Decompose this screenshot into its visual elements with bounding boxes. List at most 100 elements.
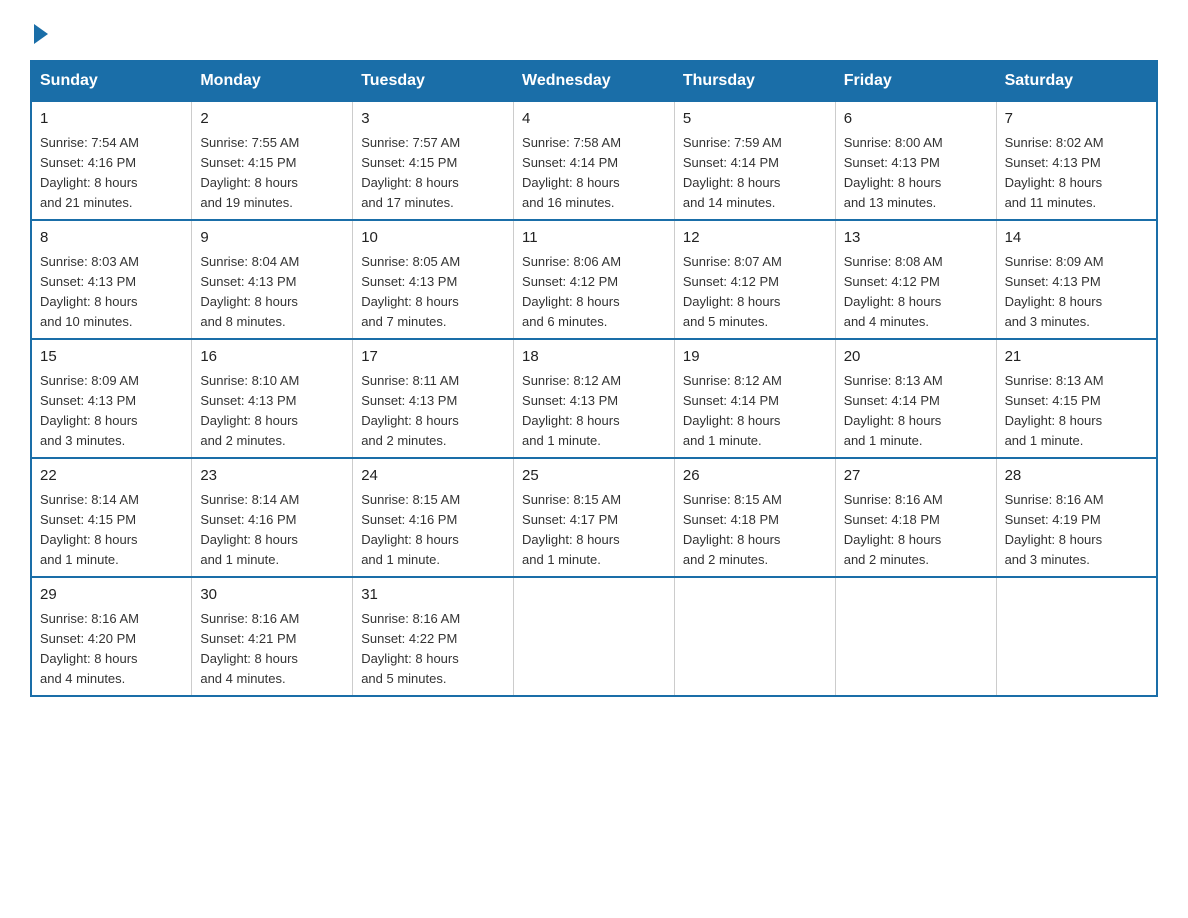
calendar-cell: 30 Sunrise: 8:16 AMSunset: 4:21 PMDaylig…: [192, 577, 353, 696]
calendar-cell: [996, 577, 1157, 696]
day-number: 2: [200, 108, 344, 131]
calendar-cell: 9 Sunrise: 8:04 AMSunset: 4:13 PMDayligh…: [192, 220, 353, 339]
day-info: Sunrise: 8:16 AMSunset: 4:21 PMDaylight:…: [200, 611, 299, 686]
day-number: 9: [200, 227, 344, 250]
day-info: Sunrise: 8:09 AMSunset: 4:13 PMDaylight:…: [1005, 254, 1104, 329]
calendar-cell: [674, 577, 835, 696]
week-row-2: 8 Sunrise: 8:03 AMSunset: 4:13 PMDayligh…: [31, 220, 1157, 339]
day-number: 1: [40, 108, 183, 131]
calendar-cell: 2 Sunrise: 7:55 AMSunset: 4:15 PMDayligh…: [192, 101, 353, 220]
day-number: 19: [683, 346, 827, 369]
day-info: Sunrise: 8:04 AMSunset: 4:13 PMDaylight:…: [200, 254, 299, 329]
calendar-cell: 31 Sunrise: 8:16 AMSunset: 4:22 PMDaylig…: [353, 577, 514, 696]
calendar-cell: 10 Sunrise: 8:05 AMSunset: 4:13 PMDaylig…: [353, 220, 514, 339]
weekday-header-monday: Monday: [192, 61, 353, 101]
day-info: Sunrise: 8:11 AMSunset: 4:13 PMDaylight:…: [361, 373, 459, 448]
day-info: Sunrise: 8:09 AMSunset: 4:13 PMDaylight:…: [40, 373, 139, 448]
day-number: 20: [844, 346, 988, 369]
day-info: Sunrise: 7:55 AMSunset: 4:15 PMDaylight:…: [200, 135, 299, 210]
day-info: Sunrise: 8:02 AMSunset: 4:13 PMDaylight:…: [1005, 135, 1104, 210]
weekday-header-thursday: Thursday: [674, 61, 835, 101]
day-info: Sunrise: 8:15 AMSunset: 4:18 PMDaylight:…: [683, 492, 782, 567]
calendar-cell: 26 Sunrise: 8:15 AMSunset: 4:18 PMDaylig…: [674, 458, 835, 577]
logo: [30, 20, 48, 40]
day-info: Sunrise: 8:08 AMSunset: 4:12 PMDaylight:…: [844, 254, 943, 329]
weekday-header-saturday: Saturday: [996, 61, 1157, 101]
calendar-cell: [514, 577, 675, 696]
day-number: 22: [40, 465, 183, 488]
weekday-header-row: SundayMondayTuesdayWednesdayThursdayFrid…: [31, 61, 1157, 101]
calendar-cell: 17 Sunrise: 8:11 AMSunset: 4:13 PMDaylig…: [353, 339, 514, 458]
calendar-cell: 1 Sunrise: 7:54 AMSunset: 4:16 PMDayligh…: [31, 101, 192, 220]
day-number: 15: [40, 346, 183, 369]
day-info: Sunrise: 7:59 AMSunset: 4:14 PMDaylight:…: [683, 135, 782, 210]
day-number: 16: [200, 346, 344, 369]
day-info: Sunrise: 8:05 AMSunset: 4:13 PMDaylight:…: [361, 254, 460, 329]
day-number: 26: [683, 465, 827, 488]
day-number: 5: [683, 108, 827, 131]
day-number: 23: [200, 465, 344, 488]
calendar-cell: 16 Sunrise: 8:10 AMSunset: 4:13 PMDaylig…: [192, 339, 353, 458]
day-number: 17: [361, 346, 505, 369]
calendar-cell: 27 Sunrise: 8:16 AMSunset: 4:18 PMDaylig…: [835, 458, 996, 577]
calendar-cell: 22 Sunrise: 8:14 AMSunset: 4:15 PMDaylig…: [31, 458, 192, 577]
calendar-cell: 5 Sunrise: 7:59 AMSunset: 4:14 PMDayligh…: [674, 101, 835, 220]
calendar-cell: 28 Sunrise: 8:16 AMSunset: 4:19 PMDaylig…: [996, 458, 1157, 577]
calendar-cell: 23 Sunrise: 8:14 AMSunset: 4:16 PMDaylig…: [192, 458, 353, 577]
day-info: Sunrise: 8:16 AMSunset: 4:19 PMDaylight:…: [1005, 492, 1104, 567]
day-info: Sunrise: 8:16 AMSunset: 4:20 PMDaylight:…: [40, 611, 139, 686]
day-number: 7: [1005, 108, 1148, 131]
weekday-header-wednesday: Wednesday: [514, 61, 675, 101]
day-number: 29: [40, 584, 183, 607]
day-info: Sunrise: 8:13 AMSunset: 4:14 PMDaylight:…: [844, 373, 943, 448]
calendar-cell: 19 Sunrise: 8:12 AMSunset: 4:14 PMDaylig…: [674, 339, 835, 458]
day-info: Sunrise: 8:13 AMSunset: 4:15 PMDaylight:…: [1005, 373, 1104, 448]
calendar-cell: 6 Sunrise: 8:00 AMSunset: 4:13 PMDayligh…: [835, 101, 996, 220]
day-info: Sunrise: 8:00 AMSunset: 4:13 PMDaylight:…: [844, 135, 943, 210]
day-info: Sunrise: 7:58 AMSunset: 4:14 PMDaylight:…: [522, 135, 621, 210]
day-number: 21: [1005, 346, 1148, 369]
calendar-cell: 14 Sunrise: 8:09 AMSunset: 4:13 PMDaylig…: [996, 220, 1157, 339]
day-number: 4: [522, 108, 666, 131]
calendar-cell: 11 Sunrise: 8:06 AMSunset: 4:12 PMDaylig…: [514, 220, 675, 339]
day-number: 27: [844, 465, 988, 488]
weekday-header-friday: Friday: [835, 61, 996, 101]
calendar-cell: 4 Sunrise: 7:58 AMSunset: 4:14 PMDayligh…: [514, 101, 675, 220]
page-header: [30, 20, 1158, 40]
day-number: 13: [844, 227, 988, 250]
calendar-cell: 8 Sunrise: 8:03 AMSunset: 4:13 PMDayligh…: [31, 220, 192, 339]
day-info: Sunrise: 8:16 AMSunset: 4:22 PMDaylight:…: [361, 611, 460, 686]
day-number: 31: [361, 584, 505, 607]
weekday-header-tuesday: Tuesday: [353, 61, 514, 101]
day-number: 3: [361, 108, 505, 131]
day-info: Sunrise: 7:54 AMSunset: 4:16 PMDaylight:…: [40, 135, 139, 210]
day-info: Sunrise: 8:12 AMSunset: 4:13 PMDaylight:…: [522, 373, 621, 448]
day-info: Sunrise: 8:03 AMSunset: 4:13 PMDaylight:…: [40, 254, 139, 329]
day-info: Sunrise: 8:14 AMSunset: 4:16 PMDaylight:…: [200, 492, 299, 567]
day-info: Sunrise: 8:14 AMSunset: 4:15 PMDaylight:…: [40, 492, 139, 567]
week-row-3: 15 Sunrise: 8:09 AMSunset: 4:13 PMDaylig…: [31, 339, 1157, 458]
calendar-cell: 15 Sunrise: 8:09 AMSunset: 4:13 PMDaylig…: [31, 339, 192, 458]
calendar-cell: 12 Sunrise: 8:07 AMSunset: 4:12 PMDaylig…: [674, 220, 835, 339]
day-number: 8: [40, 227, 183, 250]
day-info: Sunrise: 8:12 AMSunset: 4:14 PMDaylight:…: [683, 373, 782, 448]
calendar-cell: 13 Sunrise: 8:08 AMSunset: 4:12 PMDaylig…: [835, 220, 996, 339]
calendar-cell: 18 Sunrise: 8:12 AMSunset: 4:13 PMDaylig…: [514, 339, 675, 458]
day-number: 14: [1005, 227, 1148, 250]
day-number: 12: [683, 227, 827, 250]
day-number: 28: [1005, 465, 1148, 488]
calendar-cell: 7 Sunrise: 8:02 AMSunset: 4:13 PMDayligh…: [996, 101, 1157, 220]
day-number: 10: [361, 227, 505, 250]
day-number: 24: [361, 465, 505, 488]
day-info: Sunrise: 8:06 AMSunset: 4:12 PMDaylight:…: [522, 254, 621, 329]
day-info: Sunrise: 7:57 AMSunset: 4:15 PMDaylight:…: [361, 135, 460, 210]
weekday-header-sunday: Sunday: [31, 61, 192, 101]
calendar-cell: 21 Sunrise: 8:13 AMSunset: 4:15 PMDaylig…: [996, 339, 1157, 458]
logo-arrow-icon: [34, 24, 48, 44]
calendar-cell: 3 Sunrise: 7:57 AMSunset: 4:15 PMDayligh…: [353, 101, 514, 220]
calendar-cell: 25 Sunrise: 8:15 AMSunset: 4:17 PMDaylig…: [514, 458, 675, 577]
day-number: 11: [522, 227, 666, 250]
week-row-1: 1 Sunrise: 7:54 AMSunset: 4:16 PMDayligh…: [31, 101, 1157, 220]
calendar-cell: 24 Sunrise: 8:15 AMSunset: 4:16 PMDaylig…: [353, 458, 514, 577]
day-info: Sunrise: 8:07 AMSunset: 4:12 PMDaylight:…: [683, 254, 782, 329]
